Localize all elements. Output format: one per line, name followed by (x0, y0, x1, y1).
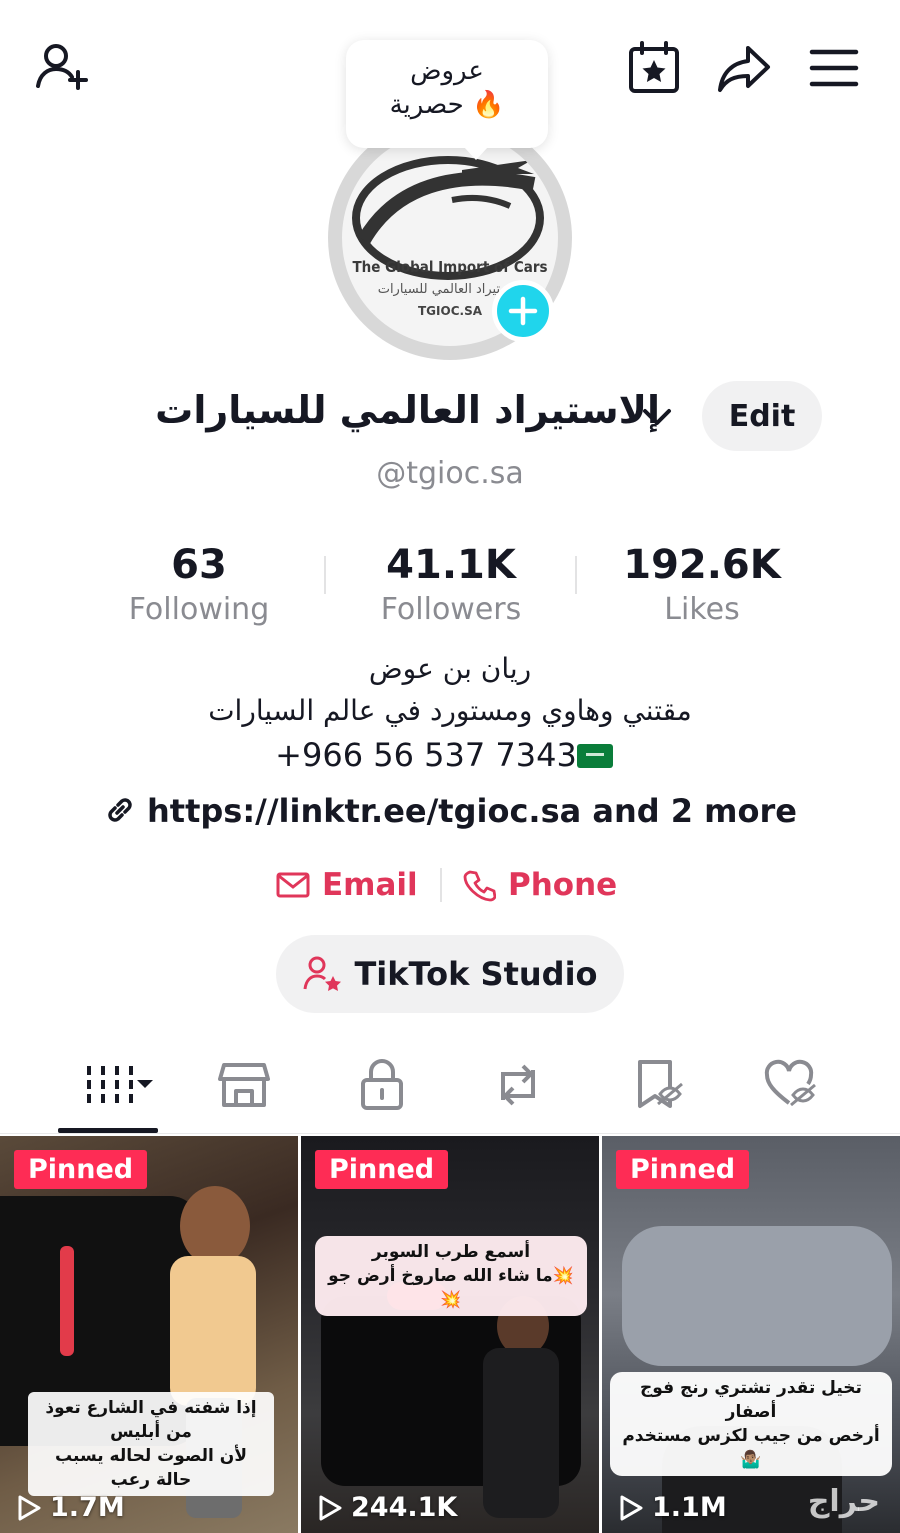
caption-line2: أرخص من جيب لكزس مستخدم🤷🏽‍♂️ (622, 1426, 880, 1470)
studio-icon (303, 956, 342, 991)
chevron-down-icon[interactable] (640, 402, 674, 436)
contact-divider (440, 868, 442, 902)
caption-line1: أسمع طرب السوبر (371, 1242, 531, 1262)
caption-line1: إذا شفته في الشارع تعوذ من أبليس (45, 1398, 257, 1442)
edit-profile-button[interactable]: Edit (702, 381, 822, 451)
bio-line2: مقتني وهاوي ومستورد في عالم السيارات (208, 694, 692, 727)
bio-line1: ريان بن عوض (368, 652, 532, 685)
bio-phone-number: +966 56 537 7343 (275, 736, 577, 774)
caption-line2: لأن الصوت لحاله يسبب حالة رعب (55, 1446, 247, 1490)
favorites-icon (638, 1060, 683, 1108)
followers-label: Followers (380, 592, 522, 627)
view-count: 244.1K (317, 1492, 457, 1523)
likes-count: 192.6K (623, 542, 781, 588)
view-count-text: 244.1K (351, 1492, 458, 1523)
video-caption: تخيل تقدر تشتري رنج فوج أصفار أرخص من جي… (610, 1372, 892, 1476)
email-button[interactable]: Email (276, 862, 418, 908)
caption-line1: تخيل تقدر تشتري رنج فوج أصفار (640, 1378, 862, 1422)
tab-divider (0, 1133, 900, 1134)
profile-handle: @tgioc.sa (376, 456, 524, 491)
person-shape (180, 1186, 250, 1266)
add-story-button[interactable] (492, 280, 554, 342)
share-icon[interactable] (712, 36, 776, 100)
suv-shape (622, 1226, 892, 1366)
repost-icon (501, 1064, 535, 1106)
profile-name: إلاستيراد العالمي للسيارات (155, 388, 660, 432)
following-stat[interactable]: 63 Following (74, 540, 324, 630)
shop-icon (218, 1063, 270, 1107)
grid-icon (87, 1066, 153, 1104)
play-icon (319, 1495, 342, 1520)
following-label: Following (128, 592, 270, 627)
tab-liked[interactable] (752, 1055, 832, 1115)
followers-count: 41.1K (386, 542, 516, 588)
video-thumbnail-1[interactable]: Pinned إذا شفته في الشارع تعوذ من أبليس … (0, 1136, 298, 1533)
likes-stat[interactable]: 192.6K Likes (577, 540, 827, 630)
followers-stat[interactable]: 41.1K Followers (326, 540, 576, 630)
tab-shop[interactable] (204, 1055, 284, 1115)
likes-label: Likes (664, 592, 740, 627)
taillight-shape (60, 1246, 74, 1356)
tab-reposts[interactable] (478, 1055, 558, 1115)
tab-favorites[interactable] (618, 1055, 698, 1115)
video-thumbnail-2[interactable]: Pinned أسمع طرب السوبر 💥ما شاء الله صارو… (301, 1136, 599, 1533)
play-icon (620, 1495, 643, 1520)
email-label: Email (322, 867, 418, 903)
envelope-icon (276, 872, 310, 898)
play-icon (18, 1495, 41, 1520)
video-caption: إذا شفته في الشارع تعوذ من أبليس لأن الص… (28, 1392, 274, 1496)
view-count: 1.1M (618, 1492, 727, 1523)
video-thumbnail-3[interactable]: Pinned تخيل تقدر تشتري رنج فوج أصفار أرخ… (602, 1136, 900, 1533)
fire-emoji: 🔥 (472, 90, 505, 120)
add-friend-icon[interactable] (30, 36, 94, 100)
person-body (483, 1348, 559, 1518)
bio-link[interactable]: https://linktr.ee/tgioc.sa and 2 more (0, 792, 900, 830)
phone-button[interactable]: Phone (462, 862, 617, 908)
view-count-text: 1.1M (652, 1492, 727, 1523)
view-count-text: 1.7M (50, 1492, 125, 1523)
logo-text-en: The Global Import of Cars (352, 258, 548, 276)
tab-private[interactable] (342, 1055, 422, 1115)
link-icon (108, 798, 132, 822)
bio-phone: +966 56 537 7343 (0, 736, 900, 774)
pinned-badge: Pinned (616, 1150, 750, 1189)
saudi-flag-icon (576, 744, 613, 768)
plus-icon (508, 296, 538, 326)
liked-icon (764, 1059, 816, 1107)
caption-line2: 💥ما شاء الله صاروخ أرض جو💥 (328, 1266, 574, 1310)
promo-line2: حصرية 🔥 (346, 88, 548, 122)
promo-bubble[interactable]: عروض حصرية 🔥 (346, 40, 548, 160)
bio-link-text: https://linktr.ee/tgioc.sa and 2 more (147, 792, 797, 830)
pinned-badge: Pinned (315, 1150, 449, 1189)
calendar-star-icon[interactable] (622, 36, 686, 100)
lock-icon (361, 1059, 403, 1110)
phone-icon (463, 870, 496, 902)
phone-label: Phone (508, 867, 618, 903)
view-count: 1.7M (16, 1492, 125, 1523)
menu-icon[interactable] (802, 36, 866, 100)
studio-label: TikTok Studio (354, 955, 598, 993)
promo-line2-text: حصرية (389, 90, 464, 120)
tiktok-studio-button[interactable]: TikTok Studio (276, 935, 624, 1013)
person-body (170, 1256, 256, 1406)
pinned-badge: Pinned (14, 1150, 148, 1189)
following-count: 63 (171, 542, 227, 588)
haraj-watermark: حراج (807, 1484, 880, 1519)
video-caption: أسمع طرب السوبر 💥ما شاء الله صاروخ أرض ج… (315, 1236, 587, 1316)
promo-line1: عروض (410, 56, 484, 86)
tab-videos[interactable] (76, 1055, 162, 1115)
